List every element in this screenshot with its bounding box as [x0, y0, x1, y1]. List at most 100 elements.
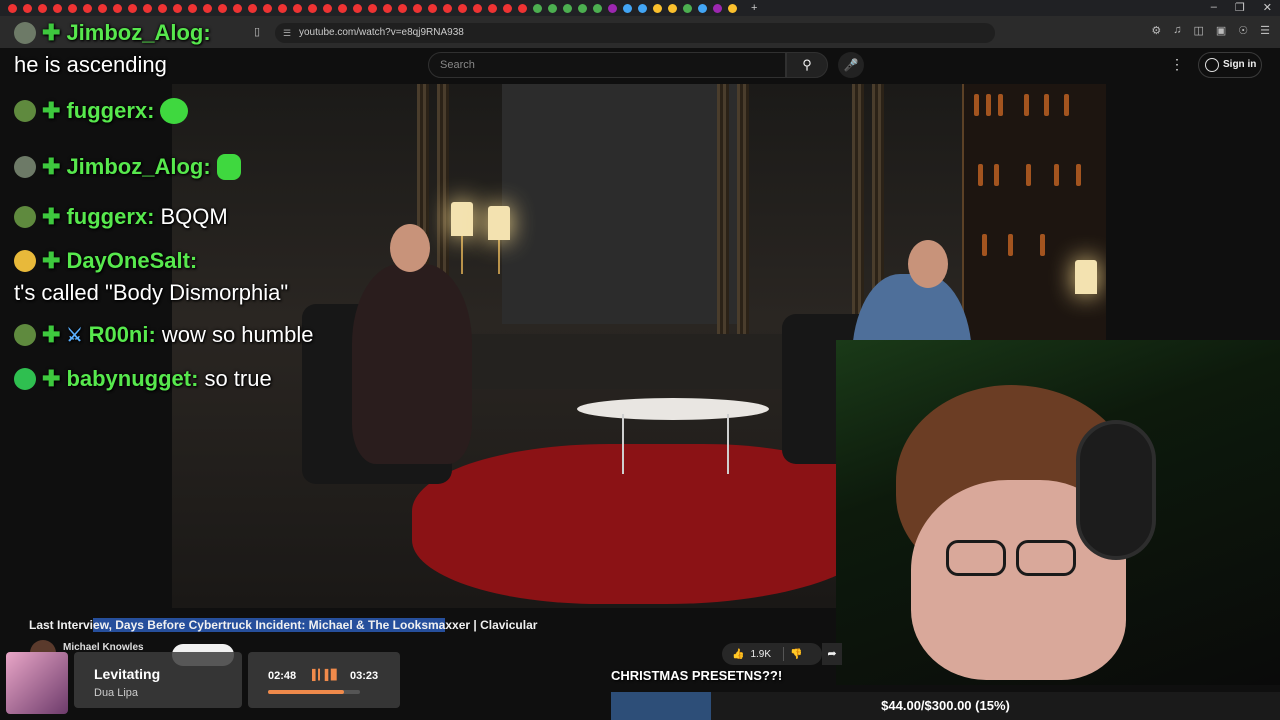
new-tab-icon[interactable]: + — [751, 2, 757, 14]
tab-favicon[interactable] — [593, 3, 602, 13]
wallet-icon[interactable]: ▣ — [1216, 24, 1226, 37]
tab-favicon[interactable] — [53, 3, 62, 13]
tab-favicon[interactable] — [728, 3, 737, 13]
bookmark-icon[interactable]: ▯ — [254, 25, 260, 38]
url-text: youtube.com/watch?v=e8qj9RNA938 — [299, 27, 464, 38]
video-title-part: Last Intervi — [29, 618, 94, 632]
tab-favicon[interactable] — [578, 3, 587, 13]
tab-favicon[interactable] — [383, 3, 392, 13]
sidebar-icon[interactable]: ◫ — [1193, 24, 1203, 37]
search-button[interactable]: ⚲ — [786, 52, 828, 78]
url-field[interactable]: ☰ youtube.com/watch?v=e8qj9RNA938 — [275, 23, 995, 43]
tab-favicon[interactable] — [638, 3, 647, 13]
thumbs-down-icon[interactable]: 👎 — [790, 649, 802, 660]
tab-favicon[interactable] — [503, 3, 512, 13]
tab-favicon[interactable] — [338, 3, 347, 13]
tab-favicon[interactable] — [233, 3, 242, 13]
chat-username: DayOneSalt: — [66, 248, 198, 273]
share-button[interactable]: ➦ — [822, 643, 842, 665]
tab-favicon[interactable] — [143, 3, 152, 13]
tab-favicon[interactable] — [653, 3, 662, 13]
song-current-time: 02:48 — [268, 670, 297, 682]
kick-badge-icon — [14, 368, 36, 390]
subscriber-badge-icon: ✚ — [42, 98, 61, 123]
tab-favicon[interactable] — [533, 3, 542, 13]
tab-favicon[interactable] — [563, 3, 572, 13]
tab-favicon[interactable] — [188, 3, 197, 13]
subscriber-badge-icon: ✚ — [42, 154, 61, 179]
more-options-icon[interactable]: ⋮ — [1170, 56, 1184, 73]
tab-favicon[interactable] — [8, 3, 17, 13]
tab-favicon[interactable] — [113, 3, 122, 13]
video-head — [908, 240, 948, 288]
chat-message-text: so true — [204, 366, 272, 391]
tab-favicon[interactable] — [128, 3, 137, 13]
chat-username: fuggerx: — [66, 98, 155, 123]
tab-favicon[interactable] — [308, 3, 317, 13]
song-card: Levitating Dua Lipa — [74, 652, 242, 708]
tab-favicon[interactable] — [428, 3, 437, 13]
tab-favicon[interactable] — [293, 3, 302, 13]
video-bottle-shelf — [962, 84, 1106, 344]
chat-message: ✚ fuggerx: — [14, 98, 189, 124]
tab-favicon[interactable] — [203, 3, 212, 13]
tab-favicon[interactable] — [83, 3, 92, 13]
tab-favicon[interactable] — [218, 3, 227, 13]
green-emote-icon — [160, 98, 189, 124]
search-input[interactable]: Search — [428, 52, 786, 78]
tab-favicon[interactable] — [518, 3, 527, 13]
tab-favicon[interactable] — [278, 3, 287, 13]
tab-favicon[interactable] — [158, 3, 167, 13]
webcam-glasses — [1016, 540, 1076, 576]
equalizer-icon: ▌▎▌▊ — [312, 670, 339, 681]
tab-favicon[interactable] — [353, 3, 362, 13]
chat-message: ✚ ⚔ R00ni: wow so humble — [14, 322, 313, 348]
song-progress-bar — [268, 690, 360, 694]
avatar-badge — [14, 250, 36, 272]
vpn-icon[interactable]: ☉ — [1238, 24, 1248, 37]
music-icon[interactable]: ♫ — [1173, 24, 1181, 37]
tab-favicon[interactable] — [458, 3, 467, 13]
tab-favicon[interactable] — [98, 3, 107, 13]
tab-favicon[interactable] — [398, 3, 407, 13]
tab-favicon[interactable] — [683, 3, 692, 13]
tab-favicon[interactable] — [263, 3, 272, 13]
tab-favicon[interactable] — [713, 3, 722, 13]
extensions-icon[interactable]: ⚙ — [1151, 24, 1161, 37]
maximize-icon[interactable]: ❐ — [1235, 1, 1245, 14]
tab-favicon[interactable] — [248, 3, 257, 13]
tab-favicon[interactable] — [668, 3, 677, 13]
green-face-emote-icon — [216, 154, 241, 180]
close-icon[interactable]: ✕ — [1263, 1, 1272, 14]
subscriber-badge-icon: ✚ — [42, 20, 61, 45]
minimize-icon[interactable]: – — [1211, 1, 1217, 14]
tab-favicon[interactable] — [443, 3, 452, 13]
chat-message-text: BQQM — [160, 204, 228, 229]
song-progress-fill — [268, 690, 345, 694]
voice-search-button[interactable]: 🎤 — [838, 52, 864, 78]
tab-favicon[interactable] — [698, 3, 707, 13]
tab-favicon[interactable] — [413, 3, 422, 13]
tab-favicon[interactable] — [548, 3, 557, 13]
tab-favicon[interactable] — [68, 3, 77, 13]
tab-favicon[interactable] — [623, 3, 632, 13]
tab-favicon[interactable] — [368, 3, 377, 13]
tab-favicon[interactable] — [323, 3, 332, 13]
chat-message: ✚ Jimboz_Alog: — [14, 20, 211, 46]
browser-tab-strip[interactable]: + – ❐ ✕ — [0, 0, 1280, 16]
chat-username: Jimboz_Alog: — [66, 20, 211, 45]
tab-favicon[interactable] — [608, 3, 617, 13]
site-info-icon[interactable]: ☰ — [283, 23, 291, 43]
chat-username: Jimboz_Alog: — [66, 154, 211, 179]
share-icon: ➦ — [827, 648, 837, 660]
tab-favicon[interactable] — [488, 3, 497, 13]
menu-icon[interactable]: ☰ — [1260, 24, 1270, 37]
tab-favicon[interactable] — [173, 3, 182, 13]
tab-favicon[interactable] — [23, 3, 32, 13]
video-background-wall — [502, 84, 742, 324]
like-button[interactable]: 👍 1.9K 👎 — [722, 643, 822, 665]
tab-favicon[interactable] — [38, 3, 47, 13]
sign-in-button[interactable]: Sign in — [1198, 52, 1262, 78]
chat-message: ✚ Jimboz_Alog: — [14, 154, 241, 180]
tab-favicon[interactable] — [473, 3, 482, 13]
